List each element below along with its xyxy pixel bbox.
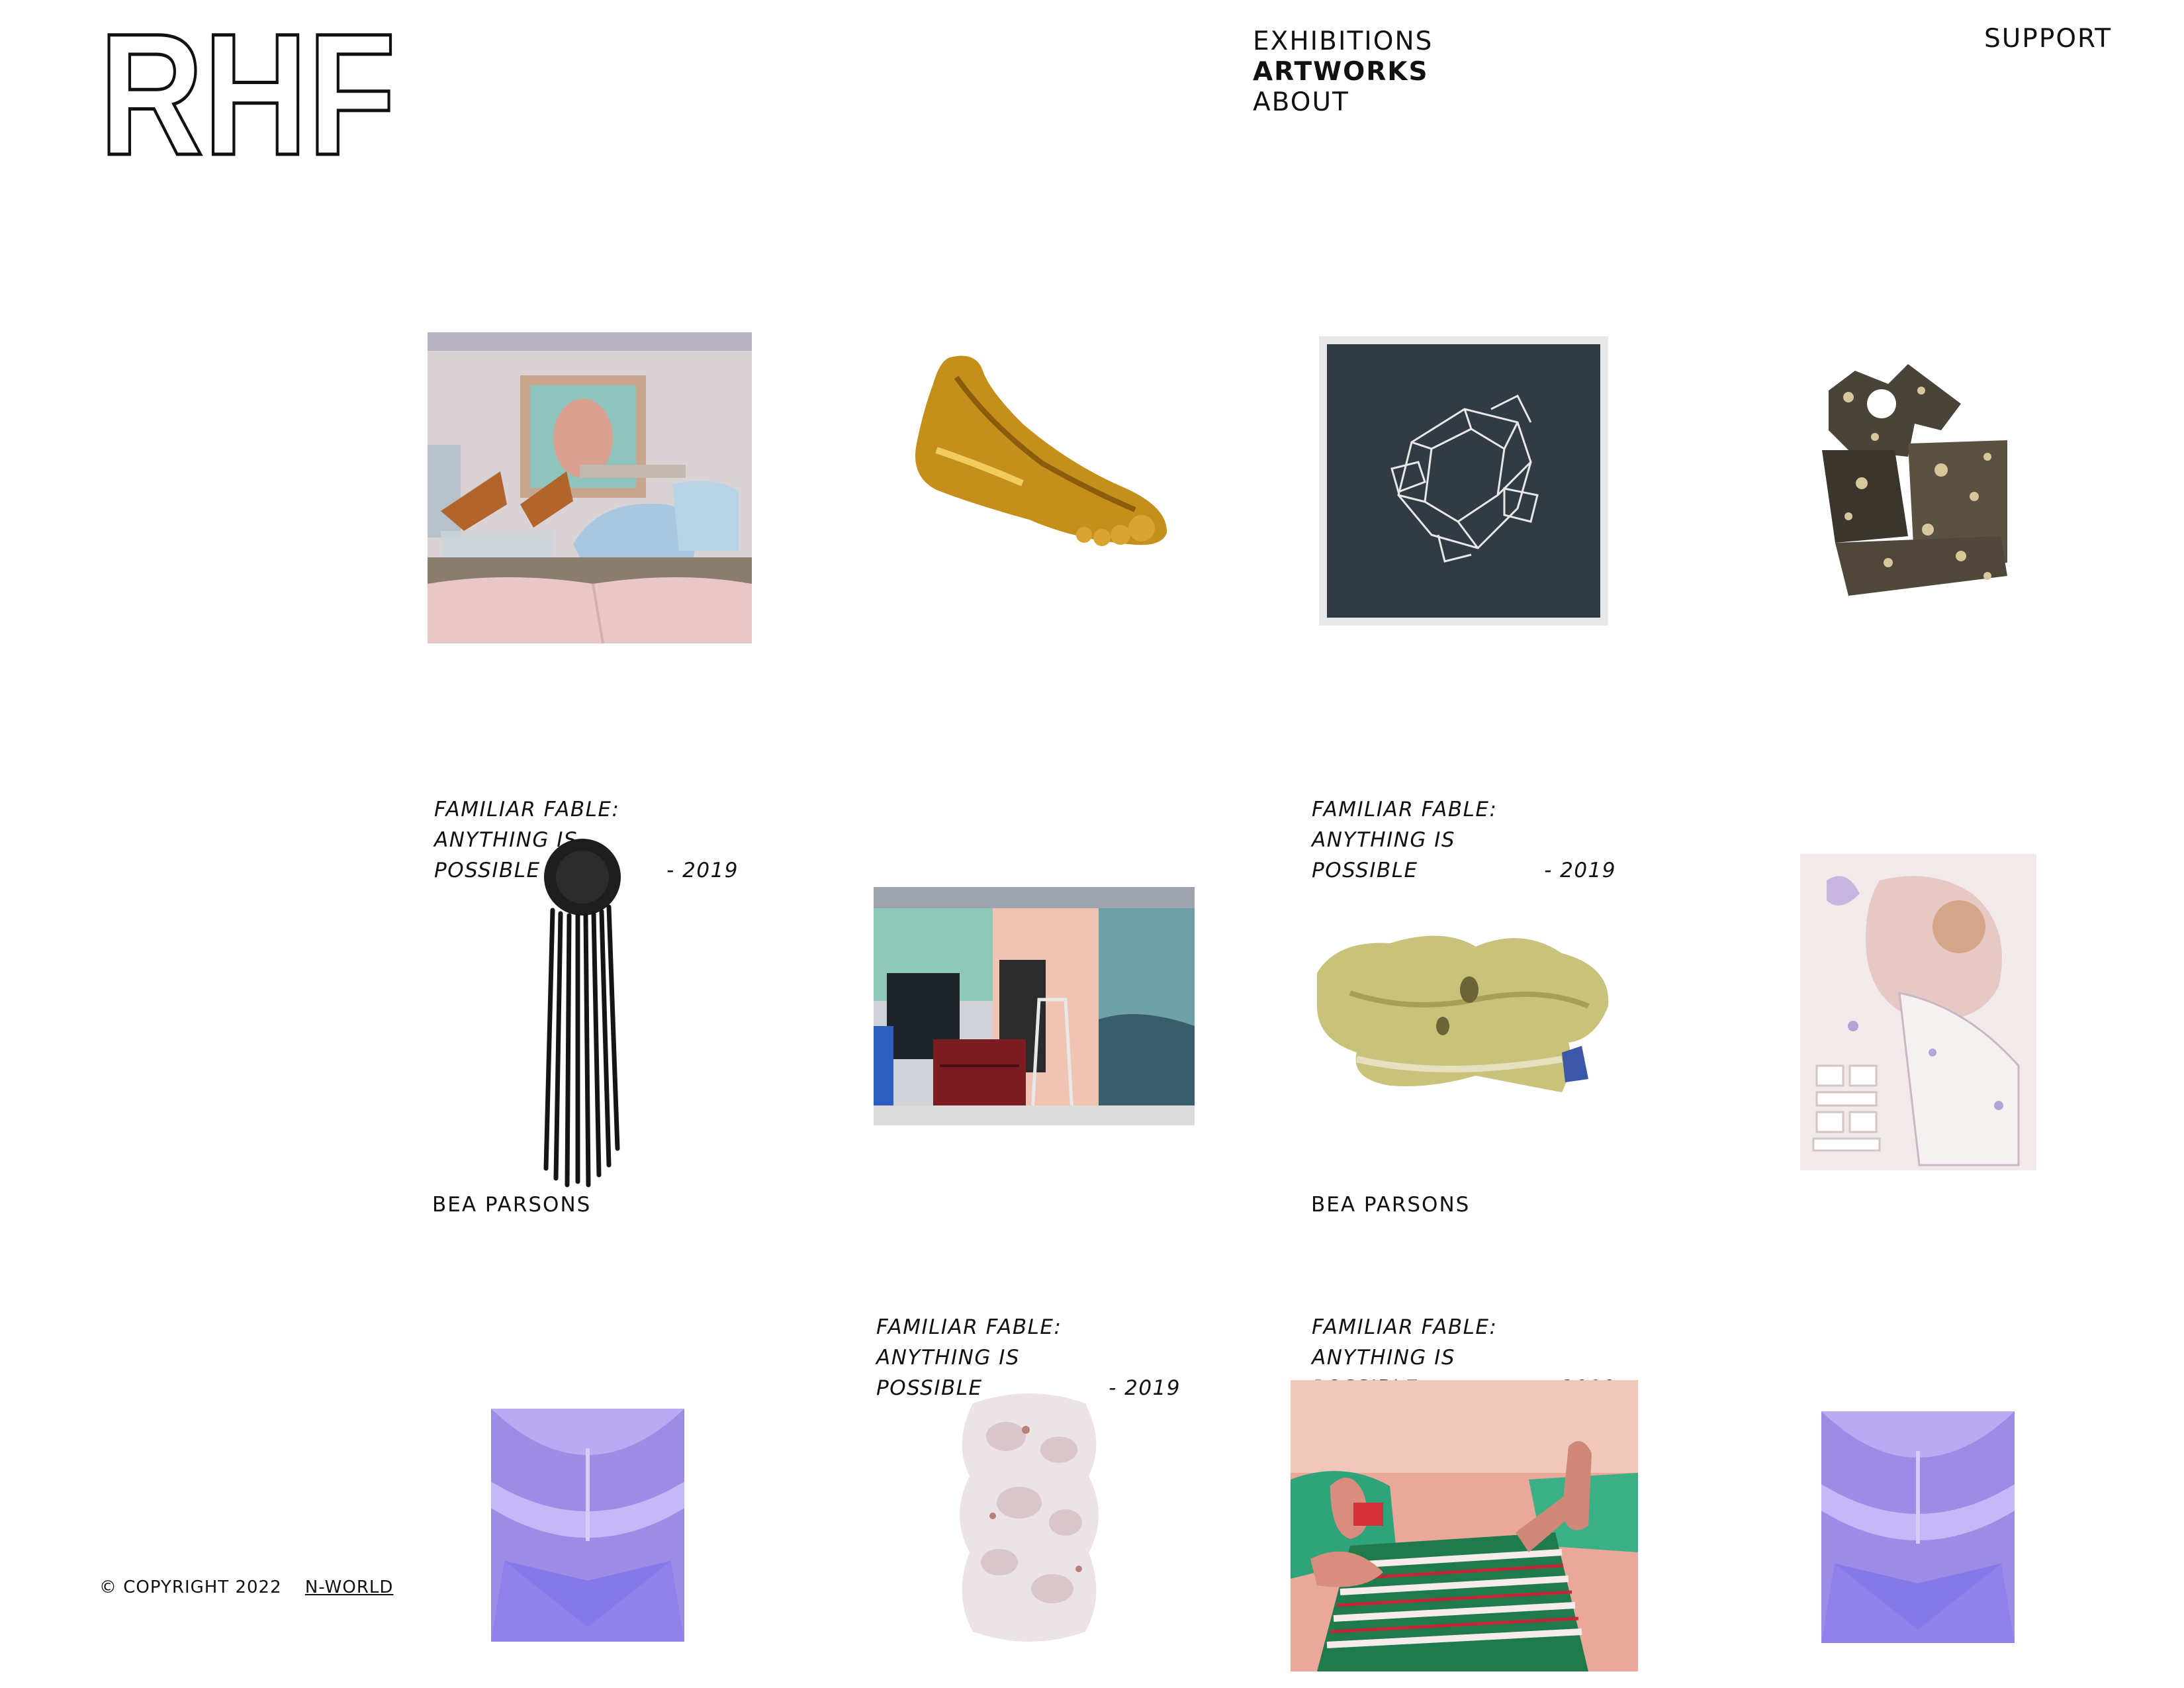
- support-link[interactable]: SUPPORT: [1984, 24, 2112, 54]
- footer-link[interactable]: N-WORLD: [305, 1577, 394, 1597]
- nav-exhibitions[interactable]: EXHIBITIONS: [1253, 26, 1433, 57]
- caption-year: - 2019: [1544, 859, 1616, 882]
- caption-year: - 2019: [666, 859, 739, 882]
- copyright-text: © COPYRIGHT 2022: [99, 1577, 282, 1597]
- caption-title-end: POSSIBLE: [434, 859, 541, 882]
- nav-artworks[interactable]: ARTWORKS: [1253, 57, 1433, 87]
- nav-about[interactable]: ABOUT: [1253, 87, 1433, 118]
- artwork-line-drawing-on-dark[interactable]: [1319, 336, 1608, 626]
- artwork-golden-foot-sculpture[interactable]: [910, 351, 1175, 549]
- artwork-caption: FAMILIAR FABLE: ANYTHING IS POSSIBLE - 2…: [1312, 794, 1616, 886]
- artwork-lavender-geometric-painting[interactable]: [1821, 1411, 2015, 1643]
- main-nav: EXHIBITIONS ARTWORKS ABOUT: [1253, 26, 1433, 118]
- footer: © COPYRIGHT 2022 N-WORLD: [99, 1577, 393, 1597]
- caption-title-end: POSSIBLE: [1312, 859, 1418, 882]
- artwork-speckled-sculpture[interactable]: [1809, 364, 2014, 602]
- caption-title: FAMILIAR FABLE: ANYTHING IS: [1312, 798, 1498, 852]
- artwork-figures-on-rug-painting[interactable]: [1291, 1380, 1638, 1671]
- logo-text: RHF: [99, 25, 396, 158]
- artwork-pastel-drawing[interactable]: [1800, 854, 2036, 1170]
- artwork-lavender-geometric-painting[interactable]: [491, 1409, 684, 1642]
- artwork-white-ceramic-sculpture[interactable]: [946, 1390, 1112, 1645]
- artwork-braided-hair-sculpture[interactable]: [533, 837, 625, 1188]
- artwork-yellow-ceramic-sculpture[interactable]: [1310, 927, 1615, 1105]
- artist-name[interactable]: BEA PARSONS: [1311, 1193, 1470, 1217]
- caption-year: - 2019: [1109, 1376, 1181, 1400]
- caption-title: FAMILIAR FABLE: ANYTHING IS: [1312, 1315, 1498, 1370]
- rhf-logo[interactable]: RHF: [99, 25, 397, 158]
- artwork-living-room-painting[interactable]: [428, 332, 752, 643]
- caption-title: FAMILIAR FABLE: ANYTHING IS: [876, 1315, 1062, 1370]
- artist-name[interactable]: BEA PARSONS: [432, 1193, 591, 1217]
- artwork-interior-collage-painting[interactable]: [874, 887, 1195, 1125]
